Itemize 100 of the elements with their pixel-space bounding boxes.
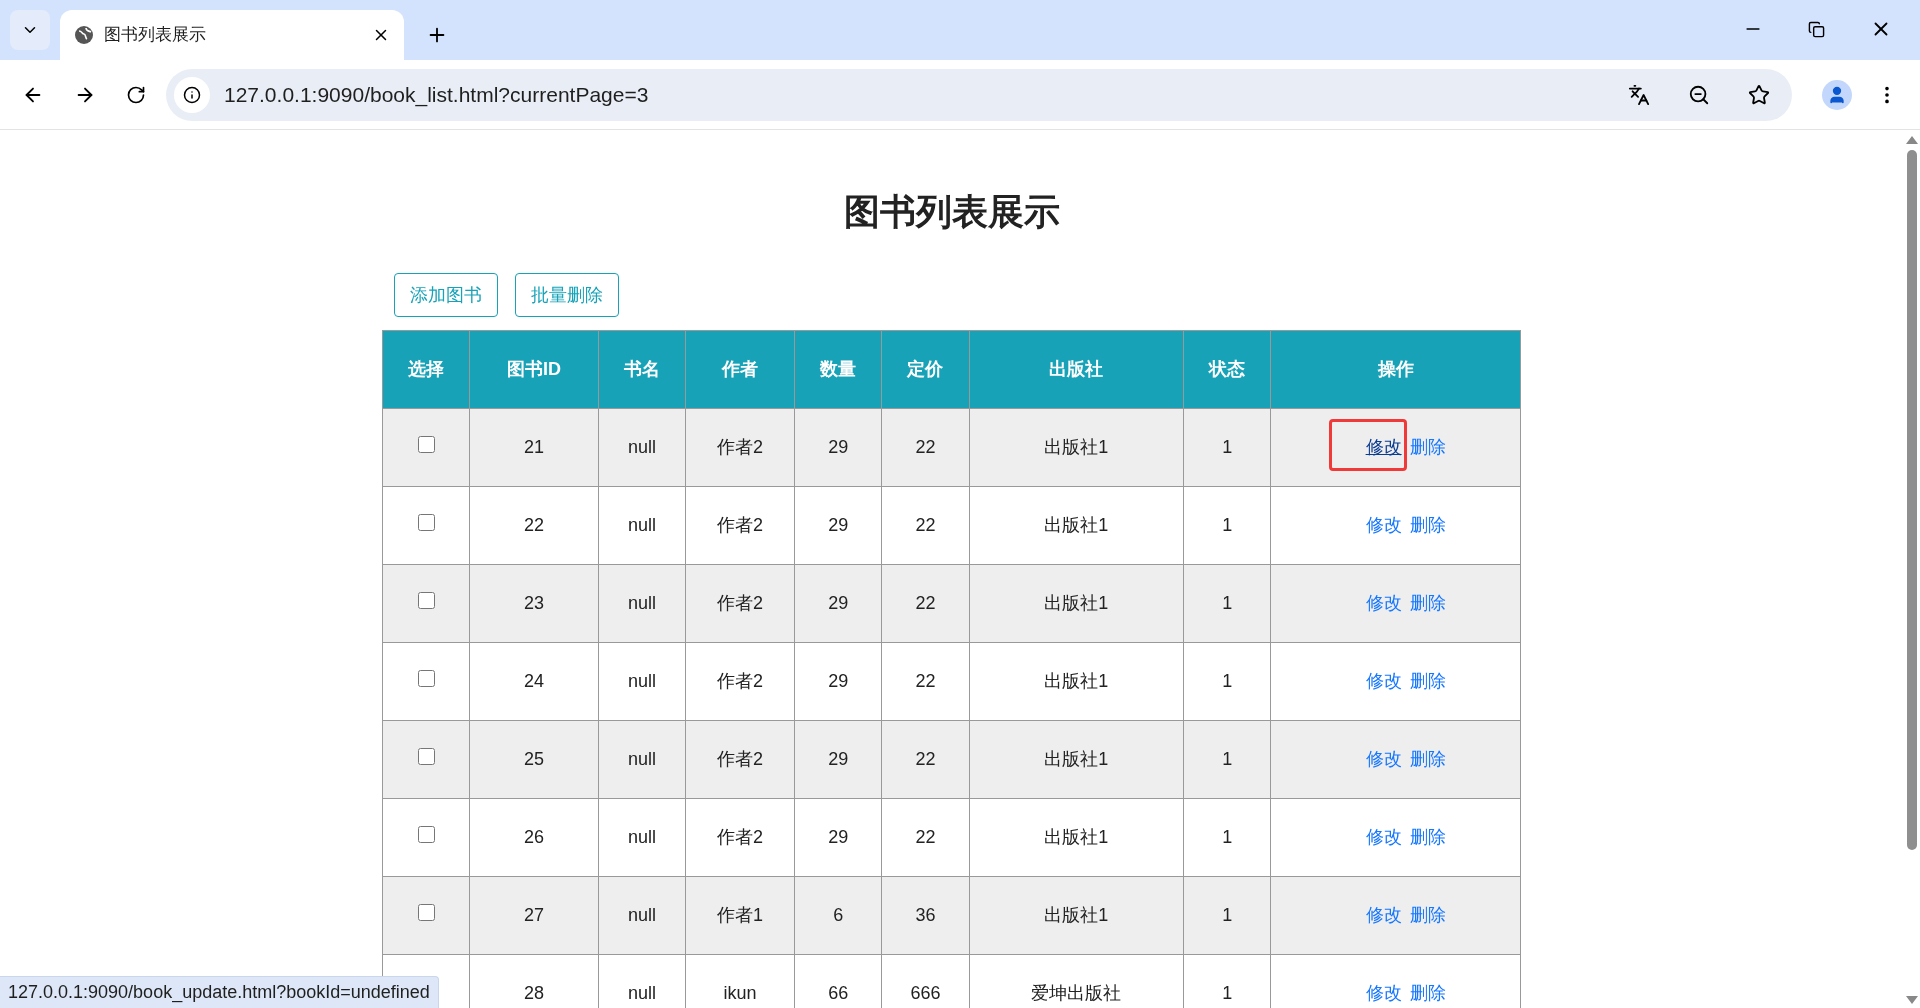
table-cell: 29 bbox=[794, 642, 882, 721]
table-cell: 1 bbox=[1183, 798, 1271, 877]
delete-link[interactable]: 删除 bbox=[1409, 902, 1446, 929]
table-cell: 1 bbox=[1183, 564, 1271, 643]
row-checkbox[interactable] bbox=[417, 592, 435, 609]
column-header: 定价 bbox=[881, 330, 970, 409]
table-cell: 24 bbox=[469, 642, 599, 721]
edit-link[interactable]: 修改 bbox=[1365, 668, 1402, 695]
tab-title: 图书列表展示 bbox=[104, 24, 207, 47]
column-header: 选择 bbox=[382, 330, 470, 409]
row-checkbox[interactable] bbox=[417, 436, 435, 453]
table-cell: 作者2 bbox=[685, 798, 795, 877]
column-header: 出版社 bbox=[969, 330, 1184, 409]
table-cell: 1 bbox=[1183, 486, 1271, 565]
row-checkbox[interactable] bbox=[417, 904, 435, 921]
table-cell: 作者1 bbox=[685, 876, 795, 955]
row-checkbox[interactable] bbox=[417, 514, 435, 531]
table-cell: 作者2 bbox=[685, 408, 795, 487]
table-cell: 29 bbox=[794, 408, 882, 487]
table-cell: 23 bbox=[469, 564, 599, 643]
table-cell: 22 bbox=[881, 408, 970, 487]
delete-link[interactable]: 删除 bbox=[1409, 668, 1446, 695]
row-checkbox[interactable] bbox=[417, 826, 435, 843]
translate-icon[interactable] bbox=[1628, 83, 1650, 106]
delete-link[interactable]: 删除 bbox=[1409, 824, 1446, 851]
url-text: 127.0.0.1:9090/book_list.html?currentPage=3 bbox=[224, 81, 650, 109]
page-title: 图书列表展示 bbox=[843, 190, 1060, 234]
delete-link[interactable]: 删除 bbox=[1409, 980, 1446, 1007]
table-cell: null bbox=[598, 720, 686, 799]
column-header: 图书ID bbox=[469, 330, 599, 409]
browser-tab[interactable]: 图书列表展示 bbox=[60, 10, 404, 60]
batch-delete-button[interactable]: 批量删除 bbox=[515, 273, 619, 317]
edit-link[interactable]: 修改 bbox=[1365, 512, 1402, 539]
column-header: 状态 bbox=[1183, 330, 1271, 409]
scroll-down-icon[interactable] bbox=[1905, 996, 1918, 1004]
table-cell: 作者2 bbox=[685, 642, 795, 721]
table-cell: 25 bbox=[469, 720, 599, 799]
column-header: 书名 bbox=[598, 330, 686, 409]
table-cell: 出版社1 bbox=[969, 876, 1184, 955]
table-cell: 27 bbox=[469, 876, 599, 955]
edit-link[interactable]: 修改 bbox=[1365, 824, 1402, 851]
edit-link[interactable]: 修改 bbox=[1365, 902, 1402, 929]
column-header: 作者 bbox=[685, 330, 795, 409]
table-cell: 29 bbox=[794, 486, 882, 565]
table-cell: 22 bbox=[881, 486, 970, 565]
edit-link[interactable]: 修改 bbox=[1365, 980, 1402, 1007]
delete-link[interactable]: 删除 bbox=[1409, 590, 1446, 617]
column-header: 数量 bbox=[794, 330, 882, 409]
table-cell: null bbox=[598, 642, 686, 721]
table-cell: null bbox=[598, 408, 686, 487]
table-cell: 1 bbox=[1183, 720, 1271, 799]
table-cell: null bbox=[598, 876, 686, 955]
table-cell: 22 bbox=[881, 642, 970, 721]
profile-icon[interactable] bbox=[1822, 79, 1852, 110]
table-cell: 36 bbox=[881, 876, 970, 955]
table-cell: 出版社1 bbox=[969, 798, 1184, 877]
status-url: 127.0.0.1:9090/book_update.html?bookId=undefined bbox=[0, 976, 439, 1008]
table-cell: null bbox=[598, 486, 686, 565]
table-cell: 出版社1 bbox=[969, 720, 1184, 799]
address-bar[interactable]: 127.0.0.1:9090/book_list.html?currentPage=3 bbox=[166, 68, 1792, 121]
table-cell: 出版社1 bbox=[969, 408, 1184, 487]
edit-link[interactable]: 修改 bbox=[1365, 434, 1402, 461]
column-header: 操作 bbox=[1270, 330, 1521, 409]
scrollbar-thumb[interactable] bbox=[1906, 150, 1917, 850]
star-icon[interactable] bbox=[1748, 83, 1770, 106]
row-checkbox[interactable] bbox=[417, 748, 435, 765]
globe-icon bbox=[74, 25, 94, 45]
scroll-up-icon[interactable] bbox=[1905, 136, 1918, 144]
table-cell: 29 bbox=[794, 798, 882, 877]
table-cell: null bbox=[598, 564, 686, 643]
table-cell: 22 bbox=[881, 720, 970, 799]
edit-link[interactable]: 修改 bbox=[1365, 746, 1402, 773]
table-cell: 作者2 bbox=[685, 564, 795, 643]
edit-link[interactable]: 修改 bbox=[1365, 590, 1402, 617]
delete-link[interactable]: 删除 bbox=[1409, 512, 1446, 539]
table-cell: null bbox=[598, 798, 686, 877]
table-cell: 29 bbox=[794, 564, 882, 643]
table-cell: 出版社1 bbox=[969, 642, 1184, 721]
delete-link[interactable]: 删除 bbox=[1409, 434, 1446, 461]
table-cell: 1 bbox=[1183, 642, 1271, 721]
table-cell: 作者2 bbox=[685, 486, 795, 565]
reload-icon[interactable] bbox=[126, 84, 146, 105]
row-checkbox[interactable] bbox=[417, 670, 435, 687]
table-cell: 21 bbox=[469, 408, 599, 487]
table-cell: 22 bbox=[881, 798, 970, 877]
table-cell: 22 bbox=[469, 486, 599, 565]
table-cell: 出版社1 bbox=[969, 486, 1184, 565]
site-info-icon[interactable] bbox=[174, 76, 210, 113]
add-book-button[interactable]: 添加图书 bbox=[394, 273, 498, 317]
table-cell: 出版社1 bbox=[969, 564, 1184, 643]
table-cell: 22 bbox=[881, 564, 970, 643]
table-cell: 1 bbox=[1183, 408, 1271, 487]
table-cell: 1 bbox=[1183, 876, 1271, 955]
table-cell: 6 bbox=[794, 876, 882, 955]
table-cell: 26 bbox=[469, 798, 599, 877]
table-cell: 29 bbox=[794, 720, 882, 799]
table-cell: 作者2 bbox=[685, 720, 795, 799]
delete-link[interactable]: 删除 bbox=[1409, 746, 1446, 773]
restore-icon[interactable] bbox=[1808, 20, 1825, 38]
zoom-out-icon[interactable] bbox=[1688, 83, 1710, 106]
